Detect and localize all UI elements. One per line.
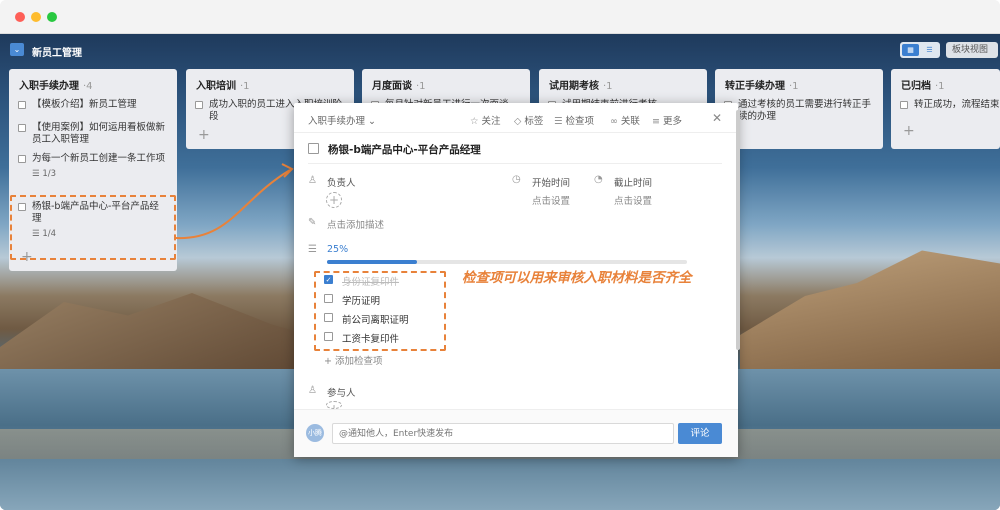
close-icon[interactable]: ✕ — [712, 111, 722, 125]
participants-label: 参与人 — [327, 388, 356, 399]
user-icon: ♙ — [308, 175, 317, 186]
avatar: 小腾 — [306, 424, 324, 442]
app-window: ⌄ 新员工管理 ▦ ☰ 板块视图 入职手续办理 ·4 【模板介绍】新员工管理 【使… — [0, 0, 1000, 510]
progress-fill — [327, 260, 417, 264]
start-time-field[interactable]: 点击设置 — [532, 193, 570, 207]
modal-scrollbar[interactable] — [736, 110, 740, 350]
due-time-label: 截止时间 — [614, 178, 653, 189]
comment-input[interactable] — [332, 423, 674, 444]
task-title[interactable]: 杨银-b端产品中心-平台产品经理 — [328, 142, 481, 157]
description-icon: ✎ — [308, 217, 317, 228]
follow-button[interactable]: ☆ 关注 — [470, 113, 501, 127]
checklist-icon: ☰ — [308, 244, 317, 255]
annotation-text: 检查项可以用来审核入职材料是否齐全 — [462, 270, 692, 286]
checklist-icon: ☰ — [554, 116, 563, 127]
add-checklist-item-button[interactable]: + 添加检查项 — [324, 353, 382, 367]
add-owner-button[interactable]: + — [326, 192, 342, 208]
tag-button[interactable]: ◇ 标签 — [514, 113, 543, 127]
more-button[interactable]: ≡ 更多 — [652, 113, 682, 127]
due-time-field[interactable]: 点击设置 — [614, 193, 652, 207]
link-icon: ∞ — [610, 116, 618, 127]
checklist-button[interactable]: ☰ 检查项 — [554, 113, 594, 127]
participants-icon: ♙ — [308, 385, 317, 396]
task-complete-checkbox[interactable] — [308, 143, 319, 154]
divider — [308, 163, 722, 164]
comment-button[interactable]: 评论 — [678, 423, 722, 444]
clock-icon: ◷ — [512, 174, 521, 185]
status-dropdown[interactable]: 入职手续办理 ⌄ — [308, 113, 376, 127]
star-icon: ☆ — [470, 116, 479, 127]
checklist-progress-text: 25% — [327, 244, 349, 255]
start-time-label: 开始时间 — [532, 178, 571, 189]
menu-icon: ≡ — [652, 116, 660, 127]
checklist-progress-bar — [327, 260, 687, 264]
comment-bar: 小腾 评论 — [294, 409, 738, 457]
description-field[interactable]: 点击添加描述 — [327, 217, 384, 231]
alarm-icon: ◔ — [594, 174, 603, 185]
callout-box-checklist — [314, 271, 446, 351]
add-participant-button[interactable]: + — [326, 401, 342, 409]
owner-label: 负责人 — [327, 178, 356, 189]
tag-icon: ◇ — [514, 116, 522, 127]
link-button[interactable]: ∞ 关联 — [610, 113, 640, 127]
modal-toolbar: 入职手续办理 ⌄ ☆ 关注 ◇ 标签 ☰ 检查项 ∞ 关联 ≡ 更多 ✕ — [294, 103, 738, 133]
